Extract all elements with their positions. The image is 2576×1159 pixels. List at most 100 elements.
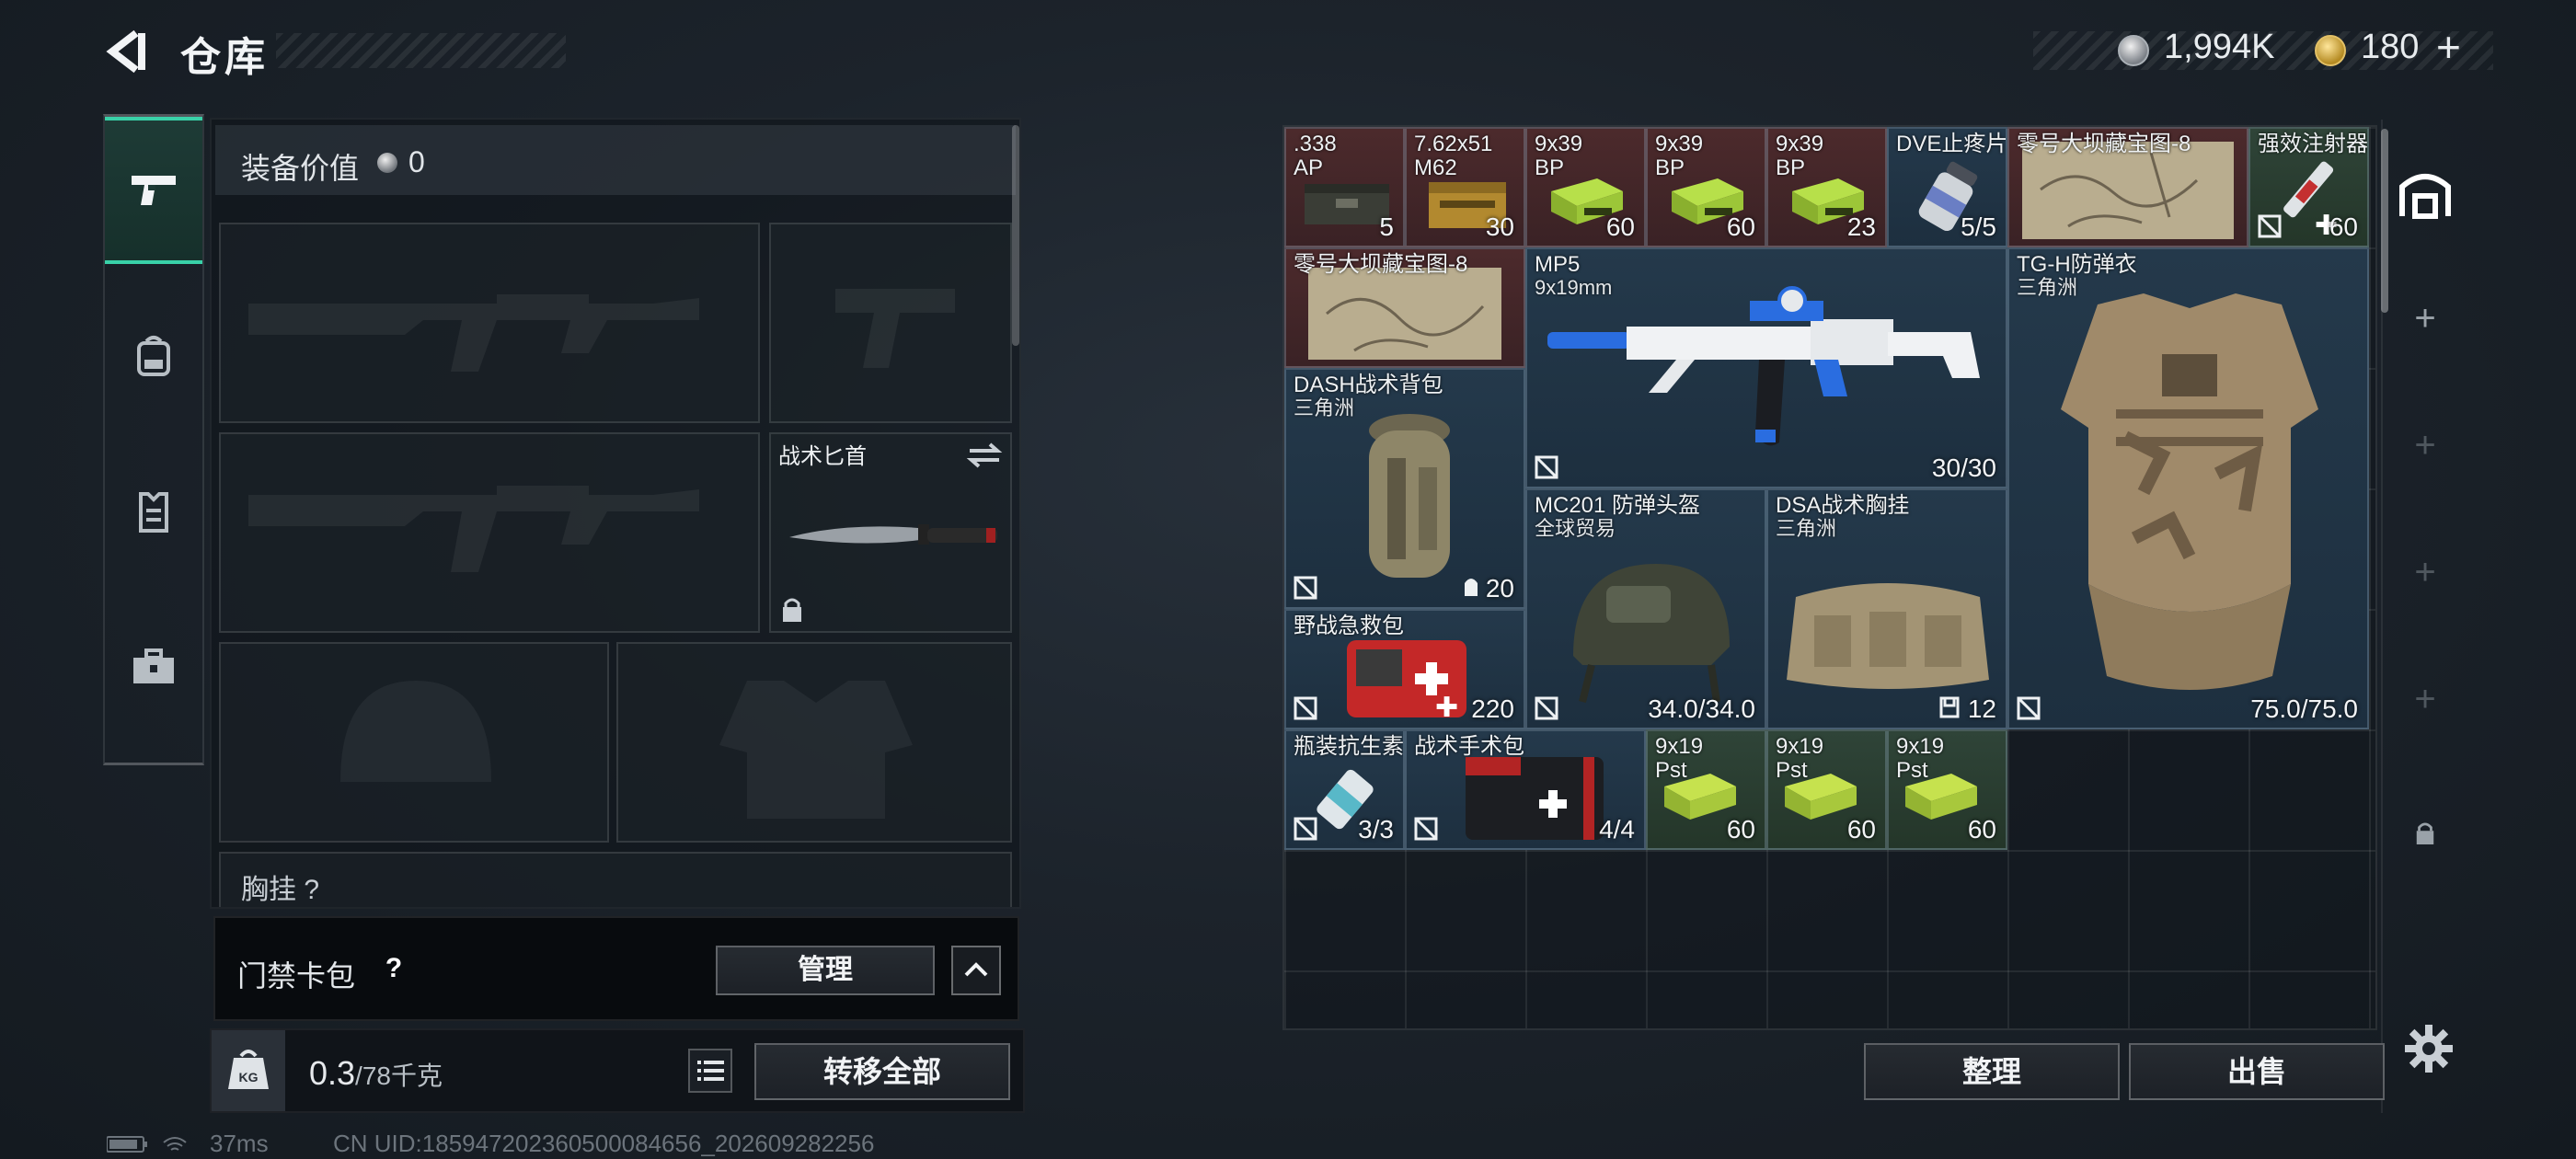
backpack-icon (137, 336, 170, 376)
secondary-weapon-slot[interactable] (219, 432, 760, 633)
item-field-first-aid[interactable]: 野战急救包 ✚ 220 (1284, 609, 1525, 729)
add-stash-tab-button[interactable]: + (2392, 539, 2458, 605)
item-name: 强效注射器 (2258, 132, 2368, 156)
item-ammo-762x51-m62[interactable]: 7.62x51 M62 30 (1405, 127, 1525, 247)
item-tg-h-body-armor[interactable]: TG-H防弹衣 三角洲 75.0/75.0 (2007, 247, 2369, 729)
item-name: .338 AP (1294, 132, 1337, 180)
backpack-icon (1369, 414, 1450, 578)
item-dsa-chest-rig[interactable]: DSA战术胸挂 三角洲 12 (1766, 488, 2007, 729)
vest-icon (139, 492, 168, 533)
pistol-icon (132, 176, 176, 205)
item-name: 9x19 Pst (1896, 734, 1945, 783)
settings-button[interactable] (2403, 1023, 2455, 1074)
add-stash-tab-button[interactable]: + (2392, 412, 2458, 478)
item-count: 12 (1967, 694, 1996, 723)
not-insured-icon (1294, 696, 1317, 720)
collapse-button[interactable] (951, 946, 1001, 995)
item-name: DSA战术胸挂 (1776, 493, 1910, 518)
transfer-all-button[interactable]: 转移全部 (754, 1043, 1010, 1100)
item-tactical-surgery-kit[interactable]: 战术手术包 4/4 (1405, 729, 1646, 850)
lock-icon (2416, 822, 2434, 844)
helmet-silhouette-icon (340, 681, 491, 782)
item-dve-painkiller[interactable]: DVE止疼片 5/5 (1887, 127, 2007, 247)
weight-value: 0.3/78千克 (309, 1054, 443, 1093)
swap-icon[interactable] (966, 442, 1003, 469)
item-ammo-9x39-bp[interactable]: 9x39 BP 60 (1646, 127, 1766, 247)
tab-backpack[interactable] (105, 282, 202, 430)
not-insured-icon (1535, 455, 1558, 479)
knife-slot[interactable]: 战术匕首 (769, 432, 1012, 633)
weight-max: /78千克 (355, 1061, 443, 1090)
item-count: 4/4 (1599, 815, 1635, 843)
add-tickets-button[interactable]: + (2436, 22, 2461, 72)
tab-chest-rig[interactable] (105, 439, 202, 586)
item-ammo-338-ap[interactable]: .338 AP 5 (1284, 127, 1405, 247)
item-count: 30 (1485, 212, 1514, 241)
lock-icon (783, 598, 801, 622)
item-ammo-9x19-pst[interactable]: 9x19 Pst 60 (1766, 729, 1887, 850)
medical-cross-icon: ✚ (1435, 693, 1459, 723)
chest-rig-section[interactable]: 胸挂 ? (219, 852, 1012, 907)
item-count: 60 (1726, 815, 1755, 843)
weight-bar: KG 0.3/78千克 转移全部 (210, 1028, 1025, 1113)
help-button[interactable]: ? (374, 946, 414, 992)
stash-panel: .338 AP 5 7.62x51 M62 30 9x39 BP 60 9x39… (1282, 125, 2377, 1030)
sell-button[interactable]: 出售 (2129, 1043, 2385, 1100)
category-tabs (103, 114, 204, 765)
item-count: 60 (1967, 815, 1996, 843)
rifle-silhouette-icon (248, 294, 699, 372)
item-subtitle: 9x19mm (1535, 276, 1613, 299)
coin-value: 1,994K (2164, 28, 2275, 66)
sort-button[interactable]: 整理 (1864, 1043, 2120, 1100)
item-dash-backpack[interactable]: DASH战术背包 三角洲 20 (1284, 368, 1525, 609)
loadout-scrollbar[interactable] (1012, 125, 1019, 346)
back-button[interactable] (101, 26, 153, 77)
item-treasure-map[interactable]: 零号大坝藏宝图-8 (2007, 127, 2248, 247)
ticket-icon (2315, 35, 2346, 66)
add-icon: + (2414, 678, 2436, 719)
locked-stash-tab[interactable] (2392, 800, 2458, 866)
chevron-up-icon (964, 962, 988, 977)
user-uid: CN UID:18594720236050008465‌6_2026092822… (333, 1130, 875, 1157)
add-stash-tab-button[interactable]: + (2392, 666, 2458, 732)
item-name: 野战急救包 (1294, 614, 1404, 638)
item-count: 60 (1726, 212, 1755, 241)
manage-button[interactable]: 管理 (716, 946, 935, 995)
item-subtitle: 三角洲 (2017, 276, 2078, 299)
item-ammo-9x19-pst[interactable]: 9x19 Pst 60 (1887, 729, 2007, 850)
item-ammo-9x19-pst[interactable]: 9x19 Pst 60 (1646, 729, 1766, 850)
pistol-slot[interactable] (769, 223, 1012, 423)
item-name: 9x39 BP (1655, 132, 1704, 180)
item-treasure-map[interactable]: 零号大坝藏宝图-8 (1284, 247, 1525, 368)
primary-weapon-slot[interactable] (219, 223, 760, 423)
item-mp5[interactable]: MP5 9x19mm 30/30 (1525, 247, 2007, 488)
body-armor-slot[interactable] (616, 642, 1012, 843)
item-mc201-helmet[interactable]: MC201 防弹头盔 全球贸易 34.0/34.0 (1525, 488, 1766, 729)
page-title: 仓库 (180, 35, 269, 80)
item-name: MP5 (1535, 252, 1581, 277)
item-ammo-9x39-bp[interactable]: 9x39 BP 23 (1766, 127, 1887, 247)
not-insured-icon (1414, 817, 1438, 841)
stash-tabs (2381, 120, 2469, 1113)
knife-label: 战术匕首 (778, 444, 867, 469)
capacity-icon (1939, 696, 1960, 718)
item-name: MC201 防弹头盔 (1535, 493, 1701, 518)
item-ammo-9x39-bp[interactable]: 9x39 BP 60 (1525, 127, 1646, 247)
list-view-button[interactable] (688, 1049, 732, 1093)
helmet-slot[interactable] (219, 642, 609, 843)
tab-stash-main[interactable] (2392, 160, 2458, 226)
item-subtitle: 三角洲 (1294, 396, 1355, 419)
item-strong-syringe[interactable]: 强效注射器 ✚ 60 (2248, 127, 2369, 247)
weight-kg-icon: KG (228, 1050, 269, 1089)
item-name: 9x19 Pst (1655, 734, 1704, 783)
add-icon: + (2414, 297, 2436, 339)
battery-wifi-icon (107, 1136, 187, 1153)
pistol-silhouette-icon (835, 289, 955, 368)
item-name: 9x39 BP (1535, 132, 1583, 180)
item-name: DASH战术背包 (1294, 373, 1443, 397)
tab-toolbox[interactable] (105, 593, 202, 740)
item-bottled-antibiotics[interactable]: 瓶装抗生素 3/3 (1284, 729, 1405, 850)
add-stash-tab-button[interactable]: + (2392, 285, 2458, 351)
add-icon: + (2414, 551, 2436, 592)
tab-weapons[interactable] (105, 117, 202, 264)
